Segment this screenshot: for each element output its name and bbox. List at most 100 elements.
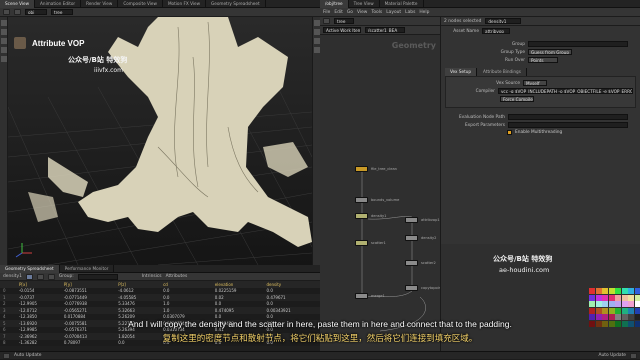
node-density1[interactable] <box>355 213 368 219</box>
color-swatch[interactable] <box>615 288 621 294</box>
color-swatch[interactable] <box>634 301 640 307</box>
color-swatch[interactable] <box>621 288 628 294</box>
tab-scene-view[interactable]: Scene View <box>0 0 36 8</box>
multithreading-checkbox[interactable] <box>507 130 512 135</box>
vertices-mode-icon[interactable] <box>36 273 44 280</box>
back-icon[interactable] <box>3 9 10 15</box>
color-swatch[interactable] <box>608 288 615 294</box>
color-swatch[interactable] <box>628 288 634 294</box>
tab-geo-spreadsheet[interactable]: Geometry Spreadsheet <box>0 265 60 273</box>
spreadsheet-toolbar: density1 Group: Intrinsics Attributes <box>0 273 320 281</box>
color-swatch[interactable] <box>628 294 634 301</box>
tab-obj-tree[interactable]: /obj/tree <box>320 0 349 8</box>
path-obj[interactable]: obj <box>25 9 47 15</box>
color-swatch[interactable] <box>608 301 615 307</box>
color-swatch[interactable] <box>589 294 595 301</box>
compiler-field[interactable]: vcc -q $VOP_INCLUDEPATH -o $VOP_OBJECTFI… <box>497 88 633 94</box>
color-swatch[interactable] <box>608 294 615 301</box>
group-field[interactable] <box>528 41 628 47</box>
network-editor[interactable]: Geometry file_tree_clean bounds_volume d… <box>320 35 440 351</box>
color-swatch[interactable] <box>628 301 634 307</box>
active-work-items-button[interactable]: Active Work Items <box>323 27 361 33</box>
tab-material-palette[interactable]: Material Palette <box>380 0 424 8</box>
group-filter-input[interactable] <box>77 273 118 280</box>
export-params-label: Export Parameters <box>464 122 505 128</box>
points-mode-icon[interactable] <box>25 273 33 280</box>
network-path-field[interactable]: tree <box>334 18 354 24</box>
watermark-cn: 公众号/B站 特效狗 <box>68 56 128 64</box>
color-swatch[interactable] <box>602 288 608 294</box>
3d-viewport[interactable]: Attribute VOP 公众号/B站 特效狗 iiivfx.com <box>8 17 312 265</box>
node-attribvop1[interactable] <box>405 217 418 223</box>
node-density2[interactable] <box>405 235 418 241</box>
tab-tree-view[interactable]: Tree View <box>349 0 380 8</box>
force-compile-button[interactable]: Force Compile <box>500 96 534 102</box>
select-tool-icon[interactable] <box>1 20 7 26</box>
tab-performance-monitor[interactable]: Performance Monitor <box>60 265 115 273</box>
node-copytopoints1[interactable] <box>405 285 418 291</box>
node-merge1[interactable] <box>355 293 368 299</box>
color-swatch[interactable] <box>602 294 608 301</box>
color-swatch[interactable] <box>634 307 640 314</box>
color-swatch[interactable] <box>621 294 628 301</box>
path-geo[interactable]: tree <box>51 9 73 15</box>
menu-go[interactable]: Go <box>347 10 353 15</box>
node-file-tree-clean[interactable] <box>355 166 368 172</box>
menu-help[interactable]: Help <box>419 10 429 15</box>
color-swatch[interactable] <box>589 288 595 294</box>
color-swatch[interactable] <box>589 307 595 314</box>
color-swatch[interactable] <box>615 294 621 301</box>
primitives-mode-icon[interactable] <box>47 273 55 280</box>
eval-node-field[interactable] <box>508 114 628 120</box>
tab-geometry-spreadsheet[interactable]: Geometry Spreadsheet <box>206 0 266 8</box>
color-swatch[interactable] <box>615 307 621 314</box>
cook-indicator-icon[interactable] <box>630 352 637 359</box>
tab-composite-view[interactable]: Composite View <box>118 0 163 8</box>
tab-vex-setup[interactable]: Vex Setup <box>445 68 478 76</box>
asset-name-field[interactable]: attribvop <box>482 28 510 34</box>
color-swatch[interactable] <box>634 288 640 294</box>
color-swatch[interactable] <box>595 294 602 301</box>
color-swatch[interactable] <box>595 307 602 314</box>
color-swatch[interactable] <box>602 301 608 307</box>
menu-tools[interactable]: Tools <box>371 10 382 15</box>
color-swatch[interactable] <box>595 301 602 307</box>
node-scatter2[interactable] <box>405 260 418 266</box>
color-swatch[interactable] <box>621 301 628 307</box>
node-scatter1[interactable] <box>355 240 368 246</box>
back-icon[interactable] <box>323 18 330 24</box>
tab-animation-editor[interactable]: Animation Editor <box>35 0 82 8</box>
playback-icon[interactable] <box>3 352 10 359</box>
group-type-dropdown[interactable]: Guess from Group <box>528 49 572 55</box>
export-params-field[interactable] <box>508 122 628 128</box>
tab-render-view[interactable]: Render View <box>81 0 119 8</box>
color-swatch[interactable] <box>589 301 595 307</box>
handle-tool-icon[interactable] <box>1 56 7 62</box>
attributes-button[interactable]: Attributes <box>166 274 188 279</box>
intrinsics-button[interactable]: Intrinsics <box>142 274 162 279</box>
run-over-dropdown[interactable]: Points <box>528 57 558 63</box>
color-swatch[interactable] <box>634 294 640 301</box>
node-type-field[interactable]: density1 <box>485 18 522 24</box>
node-bounds-volume[interactable] <box>355 197 368 203</box>
rotate-tool-icon[interactable] <box>1 38 7 44</box>
color-swatch[interactable] <box>595 288 602 294</box>
menu-layout[interactable]: Layout <box>386 10 401 15</box>
node-path-field[interactable]: /scatter1_BEA <box>365 27 405 33</box>
vex-source-dropdown[interactable]: Myself <box>523 80 547 86</box>
menu-edit[interactable]: Edit <box>334 10 343 15</box>
scale-tool-icon[interactable] <box>1 47 7 53</box>
tab-attribute-bindings[interactable]: Attribute Bindings <box>478 68 527 76</box>
color-swatch[interactable] <box>621 307 628 314</box>
color-swatch[interactable] <box>602 307 608 314</box>
move-tool-icon[interactable] <box>1 29 7 35</box>
menu-view[interactable]: View <box>357 10 367 15</box>
color-swatch[interactable] <box>615 301 621 307</box>
node-label: merge1 <box>371 294 385 298</box>
tab-motion-fx-view[interactable]: Motion FX View <box>163 0 207 8</box>
color-swatch[interactable] <box>608 307 615 314</box>
menu-file[interactable]: File <box>323 10 330 15</box>
menu-labs[interactable]: Labs <box>405 10 415 15</box>
forward-icon[interactable] <box>14 9 21 15</box>
color-swatch[interactable] <box>628 307 634 314</box>
